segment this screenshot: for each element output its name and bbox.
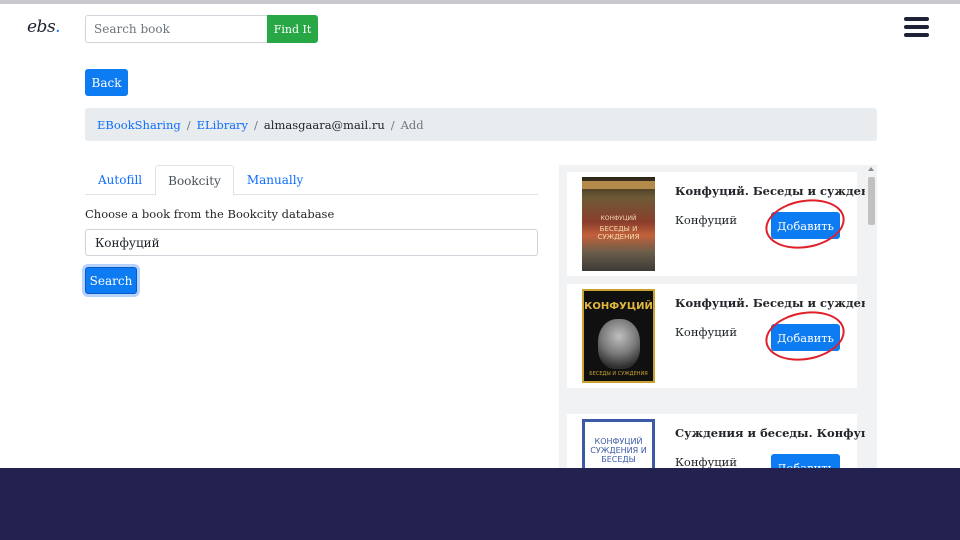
book-author: Конфуций (675, 325, 737, 339)
breadcrumb-ebooksharing[interactable]: EBookSharing (97, 118, 181, 132)
breadcrumb-separator: / (186, 117, 191, 132)
add-book-button[interactable]: Добавить (771, 212, 840, 239)
result-card: КОНФУЦИЙ СУЖДЕНИЯ И БЕСЕДЫ Суждения и бе… (567, 414, 877, 468)
search-input[interactable] (85, 15, 267, 43)
breadcrumb-separator: / (254, 117, 258, 132)
search-button[interactable]: Search (85, 267, 137, 294)
back-button[interactable]: Back (85, 69, 128, 96)
results-scrollbar[interactable] (865, 165, 877, 468)
source-tabs: Autofill Bookcity Manually (85, 165, 538, 196)
logo[interactable]: ebs. (27, 17, 61, 37)
breadcrumb-elibrary[interactable]: ELibrary (197, 118, 248, 132)
tab-autofill[interactable]: Autofill (85, 165, 155, 195)
breadcrumb-current: Add (400, 117, 424, 132)
book-author: Конфуций (675, 213, 737, 227)
menu-icon[interactable] (904, 17, 929, 37)
scroll-thumb[interactable] (868, 177, 875, 225)
header-search: Find It (85, 15, 318, 43)
tab-manually[interactable]: Manually (234, 165, 317, 195)
breadcrumb-user: almasgaara@mail.ru (263, 117, 385, 132)
scroll-up-arrow-icon[interactable] (868, 167, 874, 171)
result-card: КОНФУЦИЙ БЕСЕДЫ И СУЖДЕНИЯ Конфуций. Бес… (567, 172, 877, 276)
book-cover-image: КОНФУЦИЙ БЕСЕДЫ И СУЖДЕНИЯ (582, 177, 655, 271)
book-cover-image: КОНФУЦИЙ БЕСЕДЫ И СУЖДЕНИЯ (582, 289, 655, 383)
top-border (0, 0, 960, 4)
book-title: Суждения и беседы. Конфуций (675, 426, 877, 440)
add-book-button[interactable]: Добавить (771, 454, 840, 468)
book-title: Конфуций. Беседы и суждения (675, 296, 877, 310)
footer-band (0, 468, 960, 540)
result-card: КОНФУЦИЙ БЕСЕДЫ И СУЖДЕНИЯ Конфуций. Бес… (567, 284, 877, 388)
book-title: Конфуций. Беседы и суждения (675, 184, 877, 198)
results-list[interactable]: КОНФУЦИЙ БЕСЕДЫ И СУЖДЕНИЯ Конфуций. Бес… (559, 165, 877, 468)
add-book-button[interactable]: Добавить (771, 324, 840, 351)
breadcrumb: EBookSharing / ELibrary / almasgaara@mai… (85, 108, 877, 141)
book-query-input[interactable] (85, 229, 538, 256)
tab-bookcity[interactable]: Bookcity (155, 165, 234, 196)
book-author: Конфуций (675, 455, 737, 468)
bookcity-label: Choose a book from the Bookcity database (85, 207, 335, 221)
find-it-button[interactable]: Find It (267, 15, 318, 43)
breadcrumb-separator: / (390, 117, 395, 132)
book-cover-image: КОНФУЦИЙ СУЖДЕНИЯ И БЕСЕДЫ (582, 419, 655, 468)
